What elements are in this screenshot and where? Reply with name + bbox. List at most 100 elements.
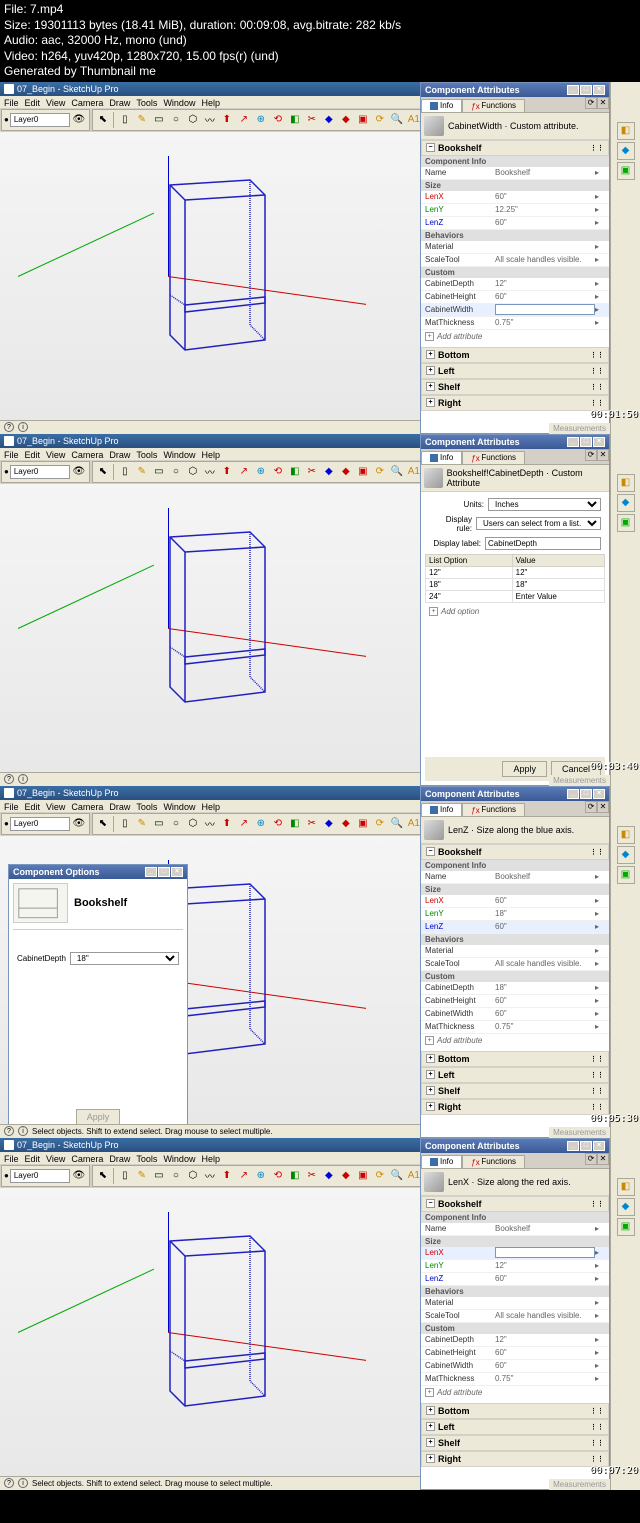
layer-visible-icon[interactable]: 👁 (71, 1168, 87, 1184)
attr-row[interactable]: Name Bookshelf ▸ (421, 1223, 609, 1236)
menu-icon[interactable]: ▸ (595, 1348, 605, 1357)
maximize-icon[interactable]: □ (580, 789, 592, 799)
attr-row[interactable]: LenX ▸ (421, 1247, 609, 1260)
attr-value[interactable] (495, 304, 595, 315)
tab-info[interactable]: Info (421, 451, 462, 464)
minimize-icon[interactable]: _ (567, 437, 579, 447)
tool-btn-9[interactable]: ⟲ (270, 816, 286, 832)
section-left[interactable]: + Left ⋮⋮ (421, 1067, 609, 1083)
tab-functions[interactable]: ƒxFunctions (462, 99, 525, 112)
tool-btn-15[interactable]: ⟳ (372, 464, 388, 480)
viewport[interactable] (0, 132, 420, 420)
dlabel-input[interactable] (485, 537, 601, 550)
menu-icon[interactable]: ▸ (595, 872, 605, 881)
tool-btn-16[interactable]: 🔍 (389, 816, 405, 832)
maximize-icon[interactable]: □ (580, 85, 592, 95)
menu-draw[interactable]: Draw (109, 1154, 130, 1162)
close-icon[interactable]: × (593, 85, 605, 95)
menu-camera[interactable]: Camera (71, 450, 103, 458)
settings-icon[interactable]: ✕ (597, 1153, 609, 1165)
section-shelf[interactable]: + Shelf ⋮⋮ (421, 1083, 609, 1099)
tool-btn-10[interactable]: ◧ (287, 112, 303, 128)
bookshelf-model[interactable] (160, 175, 270, 355)
expand-icon[interactable]: + (426, 1422, 435, 1431)
tool-btn-8[interactable]: ⊕ (253, 112, 269, 128)
attr-row[interactable]: LenZ 60" ▸ (421, 217, 609, 230)
help-icon[interactable]: ? (4, 1126, 14, 1136)
menu-icon[interactable]: ▸ (595, 205, 605, 214)
panel-titlebar[interactable]: Component Attributes _□× (421, 83, 609, 97)
section-bottom[interactable]: + Bottom ⋮⋮ (421, 1051, 609, 1067)
menu-edit[interactable]: Edit (25, 450, 41, 458)
layer-select[interactable] (10, 113, 70, 127)
collapse-icon[interactable]: − (426, 143, 435, 152)
select-tool-icon[interactable]: ⬉ (95, 816, 111, 832)
attr-row[interactable]: LenX 60" ▸ (421, 191, 609, 204)
tool-btn-17[interactable]: A1 (406, 112, 420, 128)
menu-window[interactable]: Window (163, 802, 195, 810)
tool-btn-5[interactable]: 〰 (202, 464, 218, 480)
collapse-icon[interactable]: − (426, 847, 435, 856)
menu-draw[interactable]: Draw (109, 802, 130, 810)
expand-icon[interactable]: + (426, 1102, 435, 1111)
menu-icon[interactable]: ▸ (595, 1298, 605, 1307)
tool-btn-4[interactable]: ⬡ (185, 464, 201, 480)
tool-btn-6[interactable]: ⬆ (219, 464, 235, 480)
tool-btn-1[interactable]: ✎ (134, 464, 150, 480)
strip-btn-1[interactable]: ◧ (617, 1178, 635, 1196)
layer-select[interactable] (10, 817, 70, 831)
panel-titlebar[interactable]: Component Attributes _□× (421, 1139, 609, 1153)
tool-btn-14[interactable]: ▣ (355, 112, 371, 128)
expand-icon[interactable]: + (426, 1438, 435, 1447)
attr-row[interactable]: CabinetWidth 60" ▸ (421, 1360, 609, 1373)
menu-file[interactable]: File (4, 98, 19, 106)
tab-functions[interactable]: ƒxFunctions (462, 1155, 525, 1168)
section-shelf[interactable]: + Shelf ⋮⋮ (421, 1435, 609, 1451)
tool-btn-16[interactable]: 🔍 (389, 1168, 405, 1184)
menu-edit[interactable]: Edit (25, 98, 41, 106)
tool-btn-7[interactable]: ↗ (236, 1168, 252, 1184)
attr-row[interactable]: LenY 12" ▸ (421, 1260, 609, 1273)
refresh-icon[interactable]: ⟳ (585, 1153, 597, 1165)
tool-btn-15[interactable]: ⟳ (372, 112, 388, 128)
menu-icon[interactable]: ▸ (595, 946, 605, 955)
apply-button[interactable]: Apply (76, 1109, 121, 1124)
tab-info[interactable]: Info (421, 1155, 462, 1168)
menu-view[interactable]: View (46, 802, 65, 810)
tab-functions[interactable]: ƒxFunctions (462, 803, 525, 816)
tool-btn-2[interactable]: ▭ (151, 816, 167, 832)
close-icon[interactable]: × (593, 1141, 605, 1151)
panel-titlebar[interactable]: Component Attributes _□× (421, 435, 609, 449)
attr-row[interactable]: LenZ 60" ▸ (421, 1273, 609, 1286)
section-shelf[interactable]: + Shelf ⋮⋮ (421, 379, 609, 395)
add-option[interactable]: +Add option (425, 605, 605, 618)
layer-select[interactable] (10, 465, 70, 479)
tool-btn-16[interactable]: 🔍 (389, 112, 405, 128)
attr-row[interactable]: CabinetDepth 12" ▸ (421, 1334, 609, 1347)
tool-btn-10[interactable]: ◧ (287, 1168, 303, 1184)
strip-btn-2[interactable]: ◆ (617, 494, 635, 512)
menu-icon[interactable]: ▸ (595, 218, 605, 227)
attr-row[interactable]: Material ▸ (421, 241, 609, 254)
attr-row[interactable]: CabinetWidth ▸ (421, 304, 609, 317)
menu-window[interactable]: Window (163, 98, 195, 106)
attr-row[interactable]: Name Bookshelf ▸ (421, 871, 609, 884)
attr-row[interactable]: MatThickness 0.75" ▸ (421, 317, 609, 330)
menu-icon[interactable]: ▸ (595, 896, 605, 905)
tool-btn-12[interactable]: ◆ (321, 816, 337, 832)
strip-btn-3[interactable]: ▣ (617, 1218, 635, 1236)
tool-btn-2[interactable]: ▭ (151, 464, 167, 480)
toggle-icon[interactable]: ⋮⋮ (590, 848, 604, 856)
menu-tools[interactable]: Tools (136, 450, 157, 458)
select-tool-icon[interactable]: ⬉ (95, 464, 111, 480)
attr-value[interactable] (495, 1247, 595, 1258)
expand-icon[interactable]: + (426, 382, 435, 391)
cdepth-select[interactable]: 18" (70, 952, 179, 965)
attr-row[interactable]: MatThickness 0.75" ▸ (421, 1021, 609, 1034)
menu-window[interactable]: Window (163, 1154, 195, 1162)
apply-button[interactable]: Apply (502, 761, 547, 777)
tool-btn-0[interactable]: ▯ (117, 112, 133, 128)
attr-row[interactable]: CabinetHeight 60" ▸ (421, 1347, 609, 1360)
tab-info[interactable]: Info (421, 99, 462, 112)
strip-btn-1[interactable]: ◧ (617, 826, 635, 844)
